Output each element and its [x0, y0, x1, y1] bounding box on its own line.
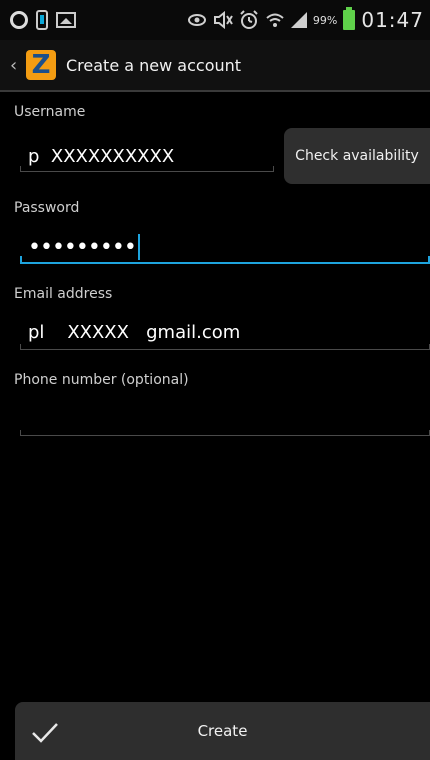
text-cursor — [137, 234, 140, 260]
eye-icon — [187, 14, 206, 26]
app-logo-icon[interactable]: Z — [26, 50, 56, 80]
signal-icon — [290, 12, 307, 28]
app-logo-letter: Z — [31, 50, 51, 80]
mute-icon — [213, 11, 233, 29]
create-label: Create — [197, 722, 248, 740]
alarm-icon — [240, 10, 258, 29]
action-bar[interactable]: ‹ Z Create a new account — [0, 40, 430, 92]
check-availability-label: Check availability — [295, 148, 419, 164]
battery-icon — [343, 7, 356, 30]
password-input[interactable]: ••••••••• — [20, 232, 140, 262]
username-input[interactable] — [20, 140, 274, 172]
username-underline — [20, 166, 274, 172]
email-input[interactable] — [20, 316, 430, 348]
password-underline — [20, 256, 430, 264]
circle-notification-icon — [10, 11, 28, 29]
battery-percent: 99% — [312, 13, 338, 27]
clock: 01:47 — [361, 8, 424, 32]
status-bar: 99% 01:47 — [0, 0, 430, 40]
phone-underline — [20, 430, 430, 436]
page-title: Create a new account — [66, 55, 242, 75]
phone-input[interactable] — [20, 402, 430, 434]
status-bar-right: 99% 01:47 — [187, 0, 424, 40]
back-chevron-icon[interactable]: ‹ — [10, 55, 20, 76]
image-icon — [56, 12, 76, 28]
email-label: Email address — [14, 286, 113, 302]
password-masked-value: ••••••••• — [28, 234, 137, 260]
status-bar-left — [0, 10, 76, 30]
username-label: Username — [14, 104, 86, 120]
check-availability-button[interactable]: Check availability — [284, 128, 430, 184]
create-button[interactable]: Create — [15, 702, 430, 760]
phone-label: Phone number (optional) — [14, 372, 189, 388]
password-label: Password — [14, 200, 80, 216]
phone-icon — [36, 10, 48, 30]
email-underline — [20, 344, 430, 350]
wifi-icon — [266, 13, 284, 27]
